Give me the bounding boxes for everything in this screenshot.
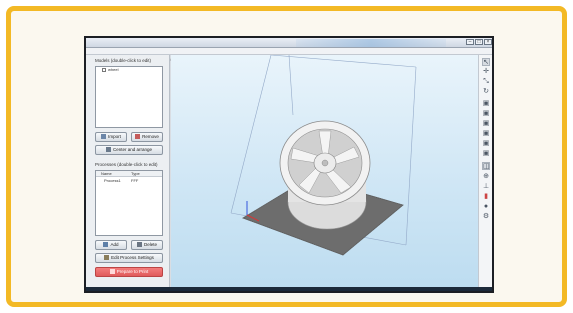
view-top-icon[interactable]: ▣ bbox=[482, 140, 490, 148]
column-type: Type bbox=[131, 171, 140, 176]
zoom-icon[interactable]: ⊕ bbox=[482, 173, 490, 181]
view-front-icon[interactable]: ▣ bbox=[482, 100, 490, 108]
table-header: Name Type bbox=[96, 171, 162, 177]
center-icon bbox=[105, 147, 111, 153]
3d-viewport[interactable] bbox=[171, 55, 481, 291]
move-icon[interactable]: ✛ bbox=[482, 68, 490, 76]
settings-icon[interactable]: ⚙ bbox=[482, 213, 490, 221]
processes-table[interactable]: Name Type Process1 FFF bbox=[95, 170, 163, 236]
left-panel: Models (double-click to edit) wheel Impo… bbox=[86, 55, 170, 291]
pause-icon[interactable]: ▮ bbox=[482, 193, 490, 201]
view-toolbar: ↖ ✛ ⤡ ↻ ▣ ▣ ▣ ▣ ▣ ▣ ◫ ⊕ ⊥ ▮ ● ⚙ bbox=[478, 55, 492, 291]
maximize-button[interactable]: □ bbox=[475, 39, 483, 45]
view-iso-icon[interactable]: ◫ bbox=[482, 162, 490, 170]
axis-icon[interactable]: ⊥ bbox=[482, 183, 490, 191]
table-row[interactable]: Process1 FFF bbox=[96, 178, 162, 184]
edit-process-label: Edit Process Settings bbox=[111, 255, 154, 260]
view-bottom-icon[interactable]: ▣ bbox=[482, 150, 490, 158]
checkbox-icon bbox=[102, 67, 106, 72]
taskbar bbox=[86, 287, 492, 291]
prepare-label: Prepare to Print bbox=[116, 269, 149, 274]
remove-icon bbox=[135, 134, 141, 140]
settings-icon bbox=[104, 255, 110, 261]
column-name: Name bbox=[101, 171, 112, 176]
delete-button[interactable]: Delete bbox=[131, 240, 163, 250]
record-icon[interactable]: ● bbox=[482, 203, 490, 211]
process-type: FFF bbox=[131, 178, 139, 183]
printer-icon bbox=[109, 269, 115, 275]
view-left-icon[interactable]: ▣ bbox=[482, 120, 490, 128]
models-caption: Models (double-click to edit) bbox=[95, 58, 152, 63]
delete-label: Delete bbox=[143, 242, 157, 247]
scale-icon[interactable]: ⤡ bbox=[482, 78, 490, 86]
add-label: Add bbox=[110, 242, 119, 247]
minimize-button[interactable]: – bbox=[466, 39, 474, 45]
delete-icon bbox=[136, 242, 142, 248]
model-name: wheel bbox=[108, 67, 119, 72]
remove-button[interactable]: Remove bbox=[131, 132, 163, 142]
center-label: Center and arrange bbox=[112, 147, 153, 152]
select-arrow-icon[interactable]: ↖ bbox=[482, 58, 490, 66]
view-back-icon[interactable]: ▣ bbox=[482, 110, 490, 118]
center-arrange-button[interactable]: Center and arrange bbox=[95, 145, 163, 155]
remove-label: Remove bbox=[142, 134, 159, 139]
app-window: – □ × File Edit View Window Objects Prin… bbox=[84, 36, 494, 293]
import-icon bbox=[101, 134, 107, 140]
list-item[interactable]: wheel bbox=[96, 67, 162, 73]
menu-bar: File Edit View Window Objects Printer Gr… bbox=[86, 48, 492, 62]
close-button[interactable]: × bbox=[484, 39, 492, 45]
rotate-icon[interactable]: ↻ bbox=[482, 88, 490, 96]
edit-process-settings-button[interactable]: Edit Process Settings bbox=[95, 253, 163, 263]
prepare-to-print-button[interactable]: Prepare to Print bbox=[95, 267, 163, 277]
import-label: Import bbox=[108, 134, 121, 139]
wheel-model[interactable] bbox=[279, 120, 371, 230]
process-name: Process1 bbox=[104, 178, 121, 183]
models-list[interactable]: wheel bbox=[95, 66, 163, 128]
scene bbox=[230, 55, 417, 256]
add-icon bbox=[103, 242, 109, 248]
add-button[interactable]: Add bbox=[95, 240, 127, 250]
view-right-icon[interactable]: ▣ bbox=[482, 130, 490, 138]
processes-caption: Processes (double-click to edit) bbox=[95, 162, 158, 167]
import-button[interactable]: Import bbox=[95, 132, 127, 142]
title-bar: – □ × bbox=[86, 38, 492, 48]
